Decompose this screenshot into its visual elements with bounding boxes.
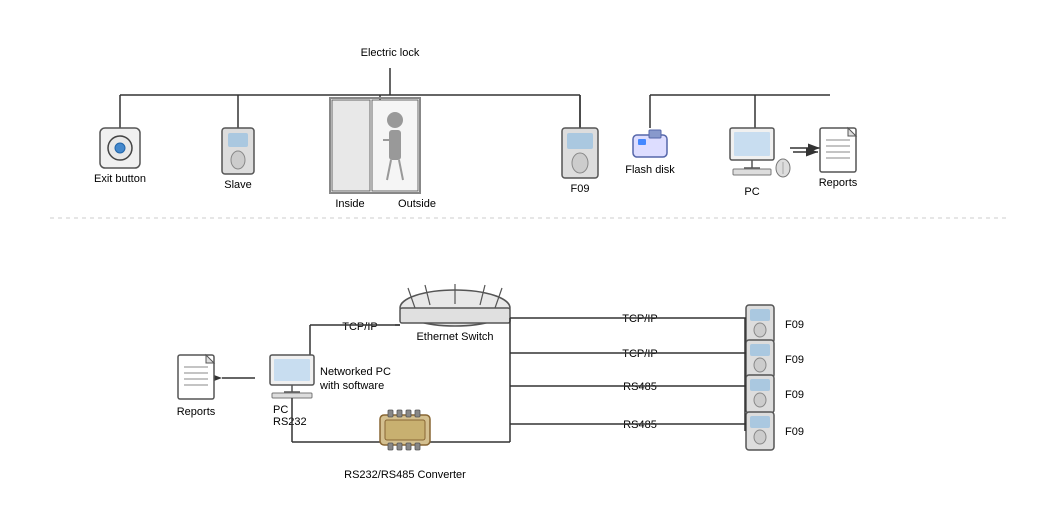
pc-bottom-label: PC bbox=[273, 404, 288, 416]
main-diagram-svg: Exit button Slave Inside Outside Electri… bbox=[0, 0, 1060, 514]
outside-label: Outside bbox=[398, 198, 436, 210]
flash-disk-label: Flash disk bbox=[625, 164, 675, 176]
diagram-container: Exit button Slave Inside Outside Electri… bbox=[0, 0, 1060, 514]
f09-top-label: F09 bbox=[571, 183, 590, 195]
f09-r1-label: F09 bbox=[785, 319, 804, 331]
f09-r3-label: F09 bbox=[785, 389, 804, 401]
ethernet-switch-label: Ethernet Switch bbox=[416, 331, 493, 343]
tcp-ip-label-left: TCP/IP bbox=[342, 321, 377, 333]
exit-button-label: Exit button bbox=[94, 173, 146, 185]
tcp-ip-label-2: TCP/IP bbox=[622, 348, 657, 360]
electric-lock-label: Electric lock bbox=[361, 47, 420, 59]
f09-r4-label: F09 bbox=[785, 426, 804, 438]
reports-bottom-label: Reports bbox=[177, 406, 216, 418]
tcp-ip-label-1: TCP/IP bbox=[622, 313, 657, 325]
rs485-label-2: RS485 bbox=[623, 419, 657, 431]
reports-top-label: Reports bbox=[819, 177, 858, 189]
rs485-label-1: RS485 bbox=[623, 381, 657, 393]
networked-pc-label: Networked PC bbox=[320, 366, 391, 378]
converter-label: RS232/RS485 Converter bbox=[344, 469, 466, 481]
f09-r2-label: F09 bbox=[785, 354, 804, 366]
pc-top-label: PC bbox=[744, 186, 759, 198]
inside-label: Inside bbox=[335, 198, 364, 210]
rs232-label: RS232 bbox=[273, 416, 307, 428]
networked-pc-software-label: with software bbox=[319, 380, 384, 392]
slave-label: Slave bbox=[224, 179, 252, 191]
